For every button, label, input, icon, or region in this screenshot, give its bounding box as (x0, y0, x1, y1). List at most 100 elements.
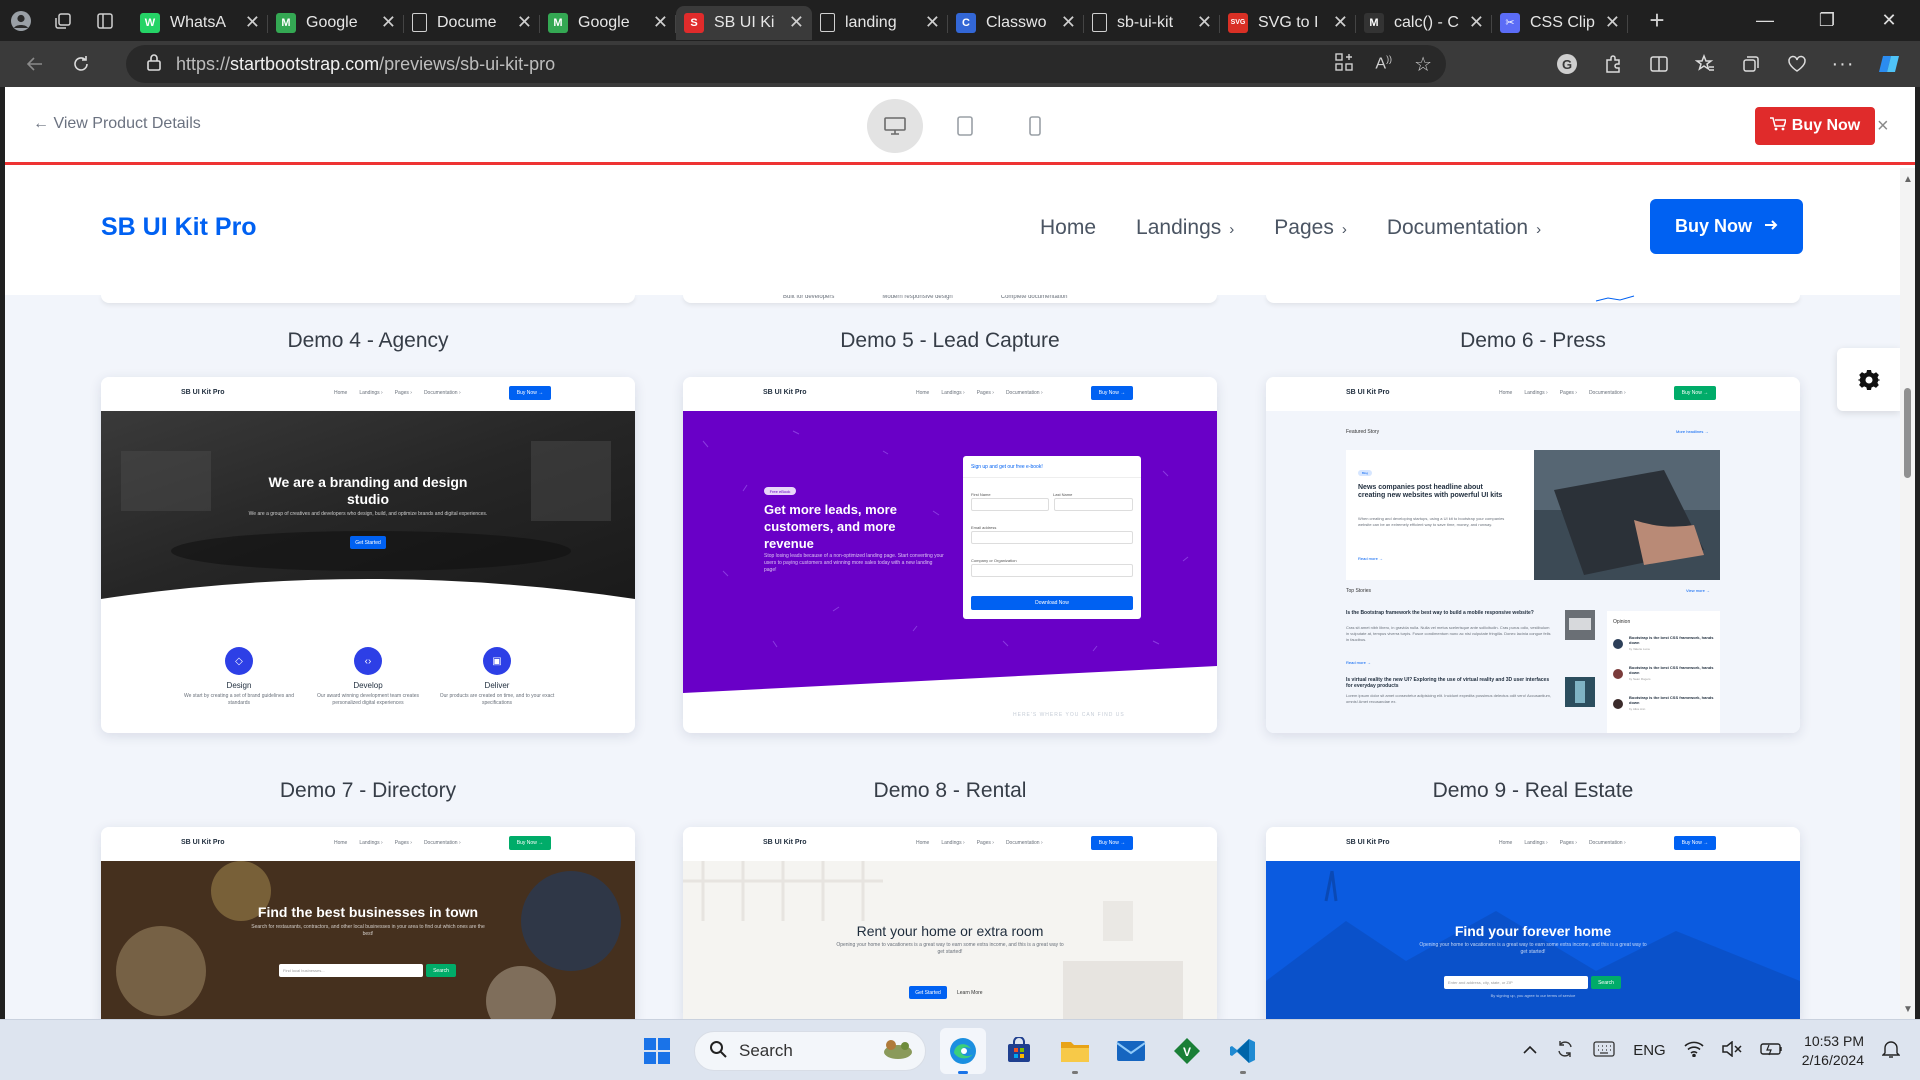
demo-9-card[interactable]: SB UI Kit Pro Home Landings › Pages › Docum… (1266, 827, 1800, 1019)
demo-4-card[interactable]: SB UI Kit Pro Home Landings › Pages › Docum… (101, 377, 635, 733)
notifications-icon[interactable] (1881, 1039, 1901, 1063)
mail-icon[interactable] (1108, 1028, 1154, 1074)
taskbar-search[interactable]: Search (694, 1031, 926, 1071)
grammarly-icon[interactable]: G (1544, 41, 1590, 87)
profile-icon[interactable] (0, 0, 42, 41)
browser-essentials-icon[interactable] (1774, 41, 1820, 87)
close-preview-icon[interactable]: × (1877, 115, 1889, 138)
more-menu-icon[interactable]: ··· (1820, 41, 1866, 87)
avatar (1613, 699, 1623, 709)
start-icon[interactable] (634, 1028, 680, 1074)
app-available-icon[interactable] (1335, 52, 1354, 76)
view-product-details-link[interactable]: ← View Product Details (33, 115, 201, 133)
scroll-down-icon[interactable]: ▼ (1903, 1004, 1913, 1015)
tablet-view-icon[interactable] (937, 99, 993, 153)
lock-icon[interactable] (146, 53, 162, 76)
browser-tab[interactable]: Docume ✕ (404, 6, 540, 40)
new-tab-button[interactable]: + (1636, 0, 1678, 41)
peek-chart-graphic (1595, 295, 1635, 302)
browser-tab[interactable]: SVG SVG to I ✕ (1220, 6, 1356, 40)
read-aloud-icon[interactable]: A)) (1375, 54, 1392, 73)
thumb-link: Pages › (976, 840, 994, 846)
mobile-view-icon[interactable] (1007, 99, 1063, 153)
browser-tab[interactable]: ✂ CSS Clip ✕ (1492, 6, 1628, 40)
browser-tab[interactable]: Mcalc() - C ✕ (1356, 6, 1492, 40)
device-switcher (867, 99, 1063, 153)
vscode-icon[interactable] (1220, 1028, 1266, 1074)
workspaces-icon[interactable] (42, 0, 84, 41)
settings-gear-icon[interactable] (1837, 348, 1900, 411)
collections-icon[interactable] (1728, 41, 1774, 87)
scroll-up-icon[interactable]: ▲ (1903, 174, 1913, 185)
desktop-view-icon[interactable] (867, 99, 923, 153)
nav-pages[interactable]: Pages › (1274, 216, 1347, 240)
split-screen-icon[interactable] (1636, 41, 1682, 87)
browser-tab[interactable]: S SB UI Ki ✕ (676, 5, 812, 40)
tab-close-icon[interactable]: ✕ (1605, 12, 1620, 33)
edge-browser-icon[interactable] (940, 1028, 986, 1074)
scroll-thumb[interactable] (1904, 388, 1911, 478)
tab-close-icon[interactable]: ✕ (1469, 12, 1484, 33)
tab-close-icon[interactable]: ✕ (789, 12, 804, 33)
minimize-button[interactable]: — (1734, 0, 1796, 41)
browser-tab[interactable]: W WhatsA ✕ (132, 6, 268, 40)
thumb-link: Home (916, 840, 930, 846)
thumb-links: Home Landings › Pages › Documentation › (916, 390, 1043, 396)
tab-title: Docume (437, 13, 497, 31)
demo-8-card[interactable]: SB UI Kit Pro Home Landings › Pages › Docum… (683, 827, 1217, 1019)
store-icon[interactable] (996, 1028, 1042, 1074)
maximize-button[interactable]: ❐ (1796, 0, 1858, 41)
site-buy-now-button[interactable]: Buy Now (1650, 199, 1803, 254)
refresh-icon[interactable] (58, 41, 104, 87)
chevron-up-icon[interactable] (1523, 1042, 1537, 1059)
tab-close-icon[interactable]: ✕ (245, 12, 260, 33)
thumb-navbar: SB UI Kit Pro Home Landings › Pages › Docum… (101, 827, 635, 861)
tab-close-icon[interactable]: ✕ (381, 12, 396, 33)
site-brand[interactable]: SB UI Kit Pro (101, 213, 257, 242)
keyboard-icon[interactable] (1593, 1040, 1615, 1061)
close-window-button[interactable]: ✕ (1858, 0, 1920, 41)
nav-landings[interactable]: Landings › (1136, 216, 1234, 240)
active-indicator (958, 1071, 968, 1074)
browser-tab[interactable]: C Classwo ✕ (948, 6, 1084, 40)
file-explorer-icon[interactable] (1052, 1028, 1098, 1074)
tab-close-icon[interactable]: ✕ (1061, 12, 1076, 33)
thumb-buy-button: Buy Now → (1091, 836, 1133, 850)
tab-title: SB UI Ki (714, 13, 775, 31)
vertical-tabs-icon[interactable] (84, 0, 126, 41)
wifi-icon[interactable] (1684, 1041, 1704, 1061)
tab-close-icon[interactable]: ✕ (1197, 12, 1212, 33)
copilot-icon[interactable] (1866, 41, 1912, 87)
favorites-icon[interactable] (1682, 41, 1728, 87)
language-indicator[interactable]: ENG (1633, 1042, 1666, 1059)
sync-icon[interactable] (1555, 1039, 1575, 1063)
volume-muted-icon[interactable] (1721, 1039, 1742, 1061)
page-scrollbar[interactable]: ▲ ▼ (1900, 168, 1915, 1019)
url-scheme: https:// (176, 53, 231, 74)
back-icon[interactable] (12, 41, 58, 87)
battery-icon[interactable] (1760, 1041, 1784, 1061)
browser-tab[interactable]: M Google ✕ (268, 6, 404, 40)
thumb-link: Home (1499, 840, 1513, 846)
nav-home[interactable]: Home (1040, 216, 1096, 240)
browser-tab[interactable]: M Google ✕ (540, 6, 676, 40)
browser-tab[interactable]: landing ✕ (812, 6, 948, 40)
tab-close-icon[interactable]: ✕ (925, 12, 940, 33)
demo-5-card[interactable]: SB UI Kit Pro Home Landings › Pages › Docum… (683, 377, 1217, 733)
favorite-star-icon[interactable]: ☆ (1414, 52, 1432, 77)
nav-documentation[interactable]: Documentation › (1387, 216, 1541, 240)
browser-tab[interactable]: sb-ui-kit ✕ (1084, 6, 1220, 40)
tab-close-icon[interactable]: ✕ (653, 12, 668, 33)
demo-6-card[interactable]: SB UI Kit Pro Home Landings › Pages › Docum… (1266, 377, 1800, 733)
tab-close-icon[interactable]: ✕ (517, 12, 532, 33)
tab-close-icon[interactable]: ✕ (1333, 12, 1348, 33)
clock[interactable]: 10:53 PM 2/16/2024 (1802, 1032, 1864, 1070)
address-bar[interactable]: https://startbootstrap.com/previews/sb-u… (126, 45, 1446, 83)
site-buy-now-label: Buy Now (1674, 216, 1752, 236)
rental-cta: Get Started (909, 986, 947, 999)
preview-buy-now-button[interactable]: Buy Now (1755, 107, 1875, 145)
demo-7-card[interactable]: SB UI Kit Pro Home Landings › Pages › Docum… (101, 827, 635, 1019)
extensions-icon[interactable] (1590, 41, 1636, 87)
vim-icon[interactable]: V (1164, 1028, 1210, 1074)
chevron-right-icon: › (1229, 221, 1235, 238)
